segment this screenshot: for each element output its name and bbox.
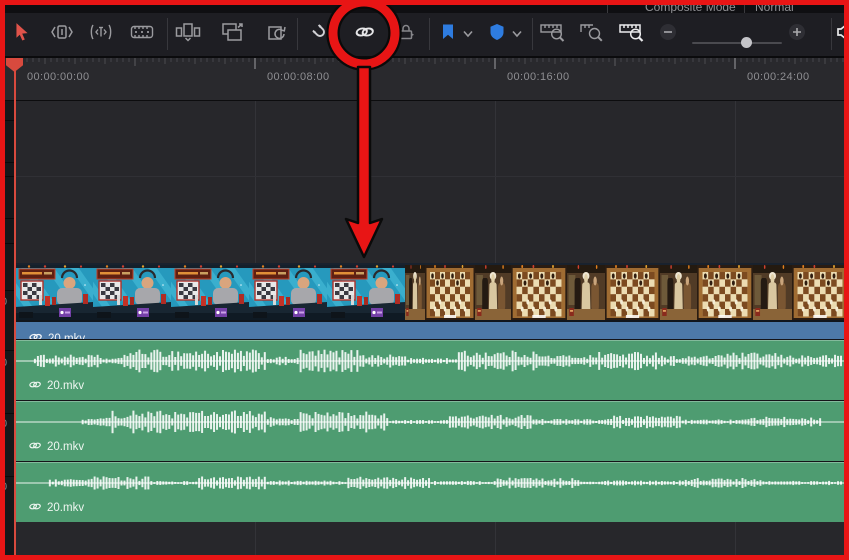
snapping-button[interactable] — [305, 19, 335, 49]
composite-mode-value[interactable]: Normal — [755, 0, 794, 14]
timecode-label: 00:00:24:00 — [747, 71, 810, 83]
link-icon — [27, 330, 42, 339]
video-thumbnail-chess — [605, 265, 660, 320]
flag-chevron-icon — [462, 25, 474, 43]
audio-waveform — [15, 349, 845, 373]
audio-clip-a2[interactable]: 20.mkv — [15, 401, 845, 461]
zoom-out-button[interactable] — [653, 19, 683, 49]
overwrite-clip-icon — [221, 22, 245, 47]
selection-mode-button[interactable] — [7, 19, 37, 49]
toolbar-separator — [429, 18, 430, 50]
zoom-out-icon — [659, 23, 677, 46]
audio-waveform — [15, 476, 845, 490]
zoom-slider-thumb[interactable] — [741, 37, 752, 48]
video-thumbnail-painting — [660, 265, 697, 320]
link-icon — [27, 499, 41, 517]
audio-clip-name: 20.mkv — [47, 380, 85, 392]
video-thumbnail-chess — [511, 265, 567, 320]
timecode-label: 00:00:16:00 — [507, 71, 570, 83]
timecode-label: 00:00:08:00 — [267, 71, 330, 83]
snapping-icon — [310, 22, 330, 47]
trim-edit-mode-button[interactable] — [47, 19, 77, 49]
flag-chevron-button[interactable] — [453, 19, 483, 49]
zoom-detail-button[interactable] — [577, 19, 607, 49]
audio-monitor-icon — [837, 22, 849, 46]
track-header-partial-label: 0 — [4, 418, 8, 430]
position-lock-icon — [396, 22, 416, 47]
insert-clip-icon — [175, 22, 201, 47]
video-thumbnail-chess — [425, 265, 475, 320]
video-clip-label-bar: 20.mkv — [15, 322, 845, 339]
linked-selection-button[interactable] — [349, 19, 379, 49]
zoom-slider-track — [692, 42, 782, 44]
marker-chevron-button[interactable] — [502, 19, 532, 49]
video-thumbnail-painting — [475, 265, 511, 320]
timeline-area[interactable]: 0 0 0 0 20.mkv 20.mkv 20.mkv 20.mkv — [4, 56, 845, 555]
zoom-detail-icon — [579, 22, 605, 47]
zoom-custom-icon — [619, 22, 645, 47]
dynamic-trim-mode-button[interactable] — [86, 19, 116, 49]
replace-clip-button[interactable] — [264, 19, 294, 49]
audio-tracks-region: 20.mkv 20.mkv 20.mkv — [15, 339, 845, 522]
video-thumbnail-chess — [697, 265, 753, 320]
replace-clip-icon — [267, 22, 291, 47]
video-thumbnail-stream — [327, 265, 405, 320]
ruler-ticks — [14, 56, 849, 69]
zoom-custom-button[interactable] — [617, 19, 647, 49]
zoom-in-icon — [788, 23, 806, 46]
composite-mode-label: Composite Mode — [645, 0, 736, 14]
composite-mode-strip: Composite Mode Normal — [4, 0, 845, 14]
video-thumbnail-stream — [249, 265, 327, 320]
video-thumbnail-painting — [753, 265, 792, 320]
audio-clip-name: 20.mkv — [47, 502, 85, 514]
timecode-label: 00:00:00:00 — [27, 71, 90, 83]
playhead-line[interactable] — [14, 58, 16, 555]
video-thumbnail-stream — [15, 265, 93, 320]
razor-edit-mode-icon — [130, 24, 154, 45]
audio-waveform — [15, 410, 845, 434]
zoom-in-button[interactable] — [782, 19, 812, 49]
timeline-ruler[interactable]: 00:00:00:00 00:00:08:00 00:00:16:00 00:00:2… — [4, 56, 849, 101]
video-thumbnail-stream — [93, 265, 171, 320]
position-lock-button[interactable] — [391, 19, 421, 49]
video-thumbnail-painting — [567, 265, 605, 320]
toolbar-separator — [532, 18, 533, 50]
track-header-partial-label: 0 — [4, 357, 8, 369]
track-header-partial-label: 0 — [4, 481, 8, 493]
zoom-slider[interactable] — [692, 33, 782, 53]
edit-toolbar — [4, 13, 847, 58]
video-thumbnails — [15, 265, 845, 320]
video-thumbnail-painting — [405, 265, 425, 320]
insert-clip-button[interactable] — [173, 19, 203, 49]
dynamic-trim-mode-icon — [89, 23, 113, 46]
track-header-partial-label: 0 — [4, 296, 8, 308]
audio-clip-a1[interactable]: 20.mkv — [15, 340, 845, 400]
marker-chevron-icon — [511, 25, 523, 43]
toolbar-separator — [297, 18, 298, 50]
link-icon — [27, 377, 41, 395]
audio-clip-a3[interactable]: 20.mkv — [15, 462, 845, 522]
overwrite-clip-button[interactable] — [218, 19, 248, 49]
link-icon — [27, 438, 41, 456]
track-divider — [14, 176, 845, 177]
zoom-full-extent-button[interactable] — [538, 19, 568, 49]
razor-edit-mode-button[interactable] — [127, 19, 157, 49]
audio-clip-name: 20.mkv — [47, 441, 85, 453]
video-thumbnail-chess — [792, 265, 845, 320]
video-thumbnail-stream — [171, 265, 249, 320]
toolbar-separator — [831, 18, 832, 50]
zoom-full-extent-icon — [540, 22, 566, 47]
toolbar-separator — [167, 18, 168, 50]
audio-monitor-button[interactable] — [830, 19, 849, 49]
linked-selection-icon — [351, 23, 377, 46]
trim-edit-mode-icon — [50, 23, 74, 46]
resolve-timeline-window: Composite Mode Normal 00:00:00:00 00:00:0… — [0, 0, 849, 560]
selection-mode-icon — [12, 22, 32, 47]
video-clip[interactable]: 20.mkv — [15, 263, 845, 339]
